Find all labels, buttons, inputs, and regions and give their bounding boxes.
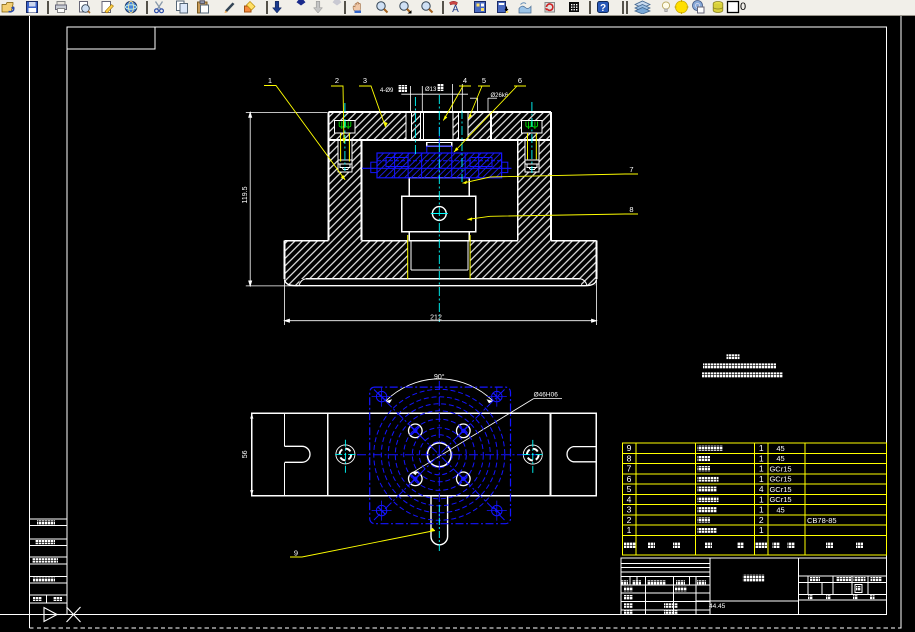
svg-text:1: 1 <box>759 454 764 464</box>
svg-text:2: 2 <box>759 515 764 525</box>
svg-text:3: 3 <box>627 505 632 515</box>
svg-text:4-Ø9: 4-Ø9 <box>380 88 394 94</box>
svg-text:Ø13: Ø13 <box>425 87 437 93</box>
svg-text:7: 7 <box>629 165 633 174</box>
svg-text:9: 9 <box>294 549 298 558</box>
svg-text:9: 9 <box>627 443 632 453</box>
svg-text:2: 2 <box>335 76 339 85</box>
svg-text:4: 4 <box>463 76 467 85</box>
svg-text:Ø46H06: Ø46H06 <box>534 392 559 399</box>
svg-text:GCr15: GCr15 <box>769 475 791 484</box>
svg-text:5: 5 <box>482 76 486 85</box>
svg-text:4: 4 <box>759 484 764 494</box>
svg-text:1: 1 <box>268 76 272 85</box>
svg-text:119.5: 119.5 <box>242 186 249 203</box>
svg-text:1: 1 <box>759 525 764 535</box>
svg-text:7: 7 <box>627 464 632 474</box>
svg-text:5: 5 <box>627 484 632 494</box>
svg-text:1: 1 <box>627 525 632 535</box>
svg-text:44.45: 44.45 <box>709 603 726 610</box>
svg-text:45: 45 <box>776 454 784 463</box>
svg-text:3: 3 <box>363 76 367 85</box>
svg-text:4: 4 <box>627 495 632 505</box>
svg-text:6: 6 <box>627 474 632 484</box>
svg-text:2: 2 <box>627 515 632 525</box>
svg-text:GCr15: GCr15 <box>769 495 791 504</box>
svg-text:CB78-85: CB78-85 <box>807 516 837 525</box>
svg-text:212: 212 <box>430 315 442 322</box>
svg-text:56: 56 <box>242 450 249 458</box>
svg-text:Ø26k6: Ø26k6 <box>491 93 509 99</box>
svg-text:6: 6 <box>518 76 522 85</box>
svg-text:90°: 90° <box>434 373 445 381</box>
svg-text:1: 1 <box>759 495 764 505</box>
svg-text:8: 8 <box>627 454 632 464</box>
svg-text:8: 8 <box>629 205 633 214</box>
svg-text:GCr15: GCr15 <box>769 485 791 494</box>
svg-text:1: 1 <box>759 505 764 515</box>
svg-text:GCr15: GCr15 <box>769 464 791 473</box>
svg-text:45: 45 <box>776 444 784 453</box>
svg-text:1: 1 <box>759 474 764 484</box>
svg-text:1: 1 <box>759 464 764 474</box>
svg-text:45: 45 <box>776 505 784 514</box>
svg-text:1: 1 <box>759 443 764 453</box>
